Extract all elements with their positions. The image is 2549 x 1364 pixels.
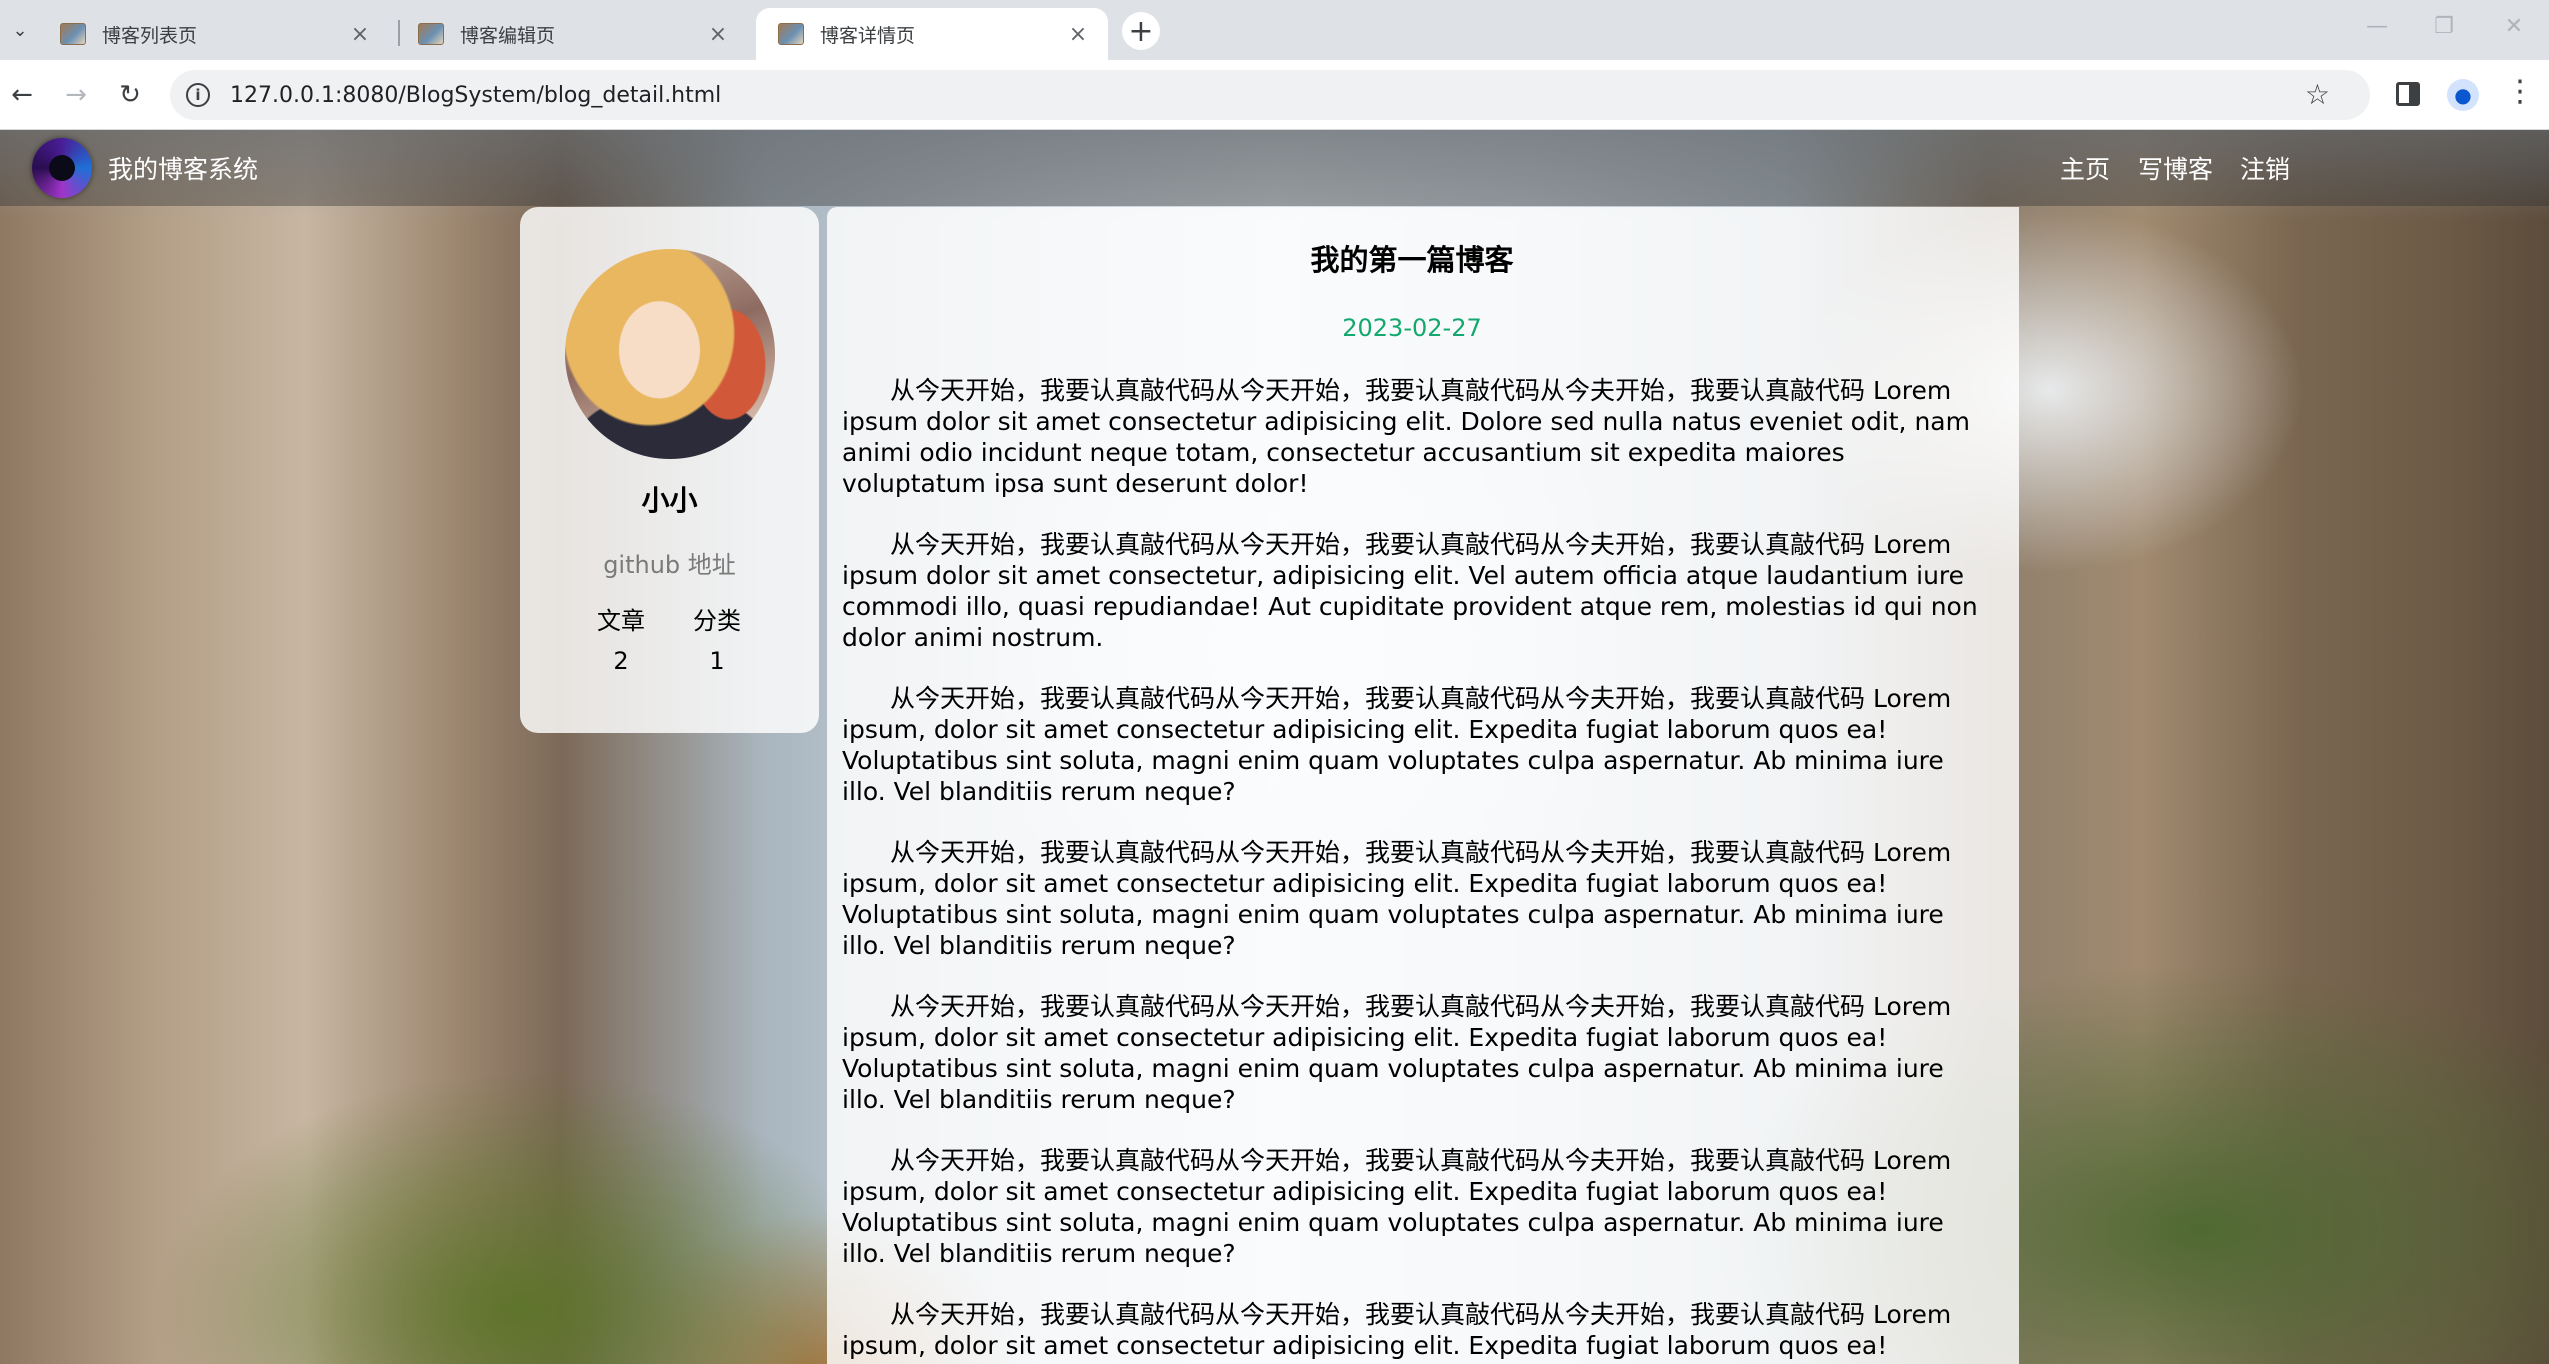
arrow-right-icon[interactable]: → — [58, 77, 94, 113]
close-icon[interactable]: × — [1066, 22, 1090, 47]
tab-blog-list[interactable]: 博客列表页 × — [38, 8, 390, 60]
article-body: 从今天开始，我要认真敲代码从今天开始，我要认真敲代码从今夫开始，我要认真敲代码 … — [842, 375, 1992, 1364]
nav-link-write[interactable]: 写博客 — [2138, 150, 2213, 186]
close-icon[interactable]: × — [706, 22, 730, 47]
github-link[interactable]: github 地址 — [520, 545, 819, 580]
article-title: 我的第一篇博客 — [1310, 243, 1514, 277]
favicon-icon — [778, 23, 804, 45]
nav-link-logout[interactable]: 注销 — [2240, 150, 2290, 186]
article-paragraph: 从今天开始，我要认真敲代码从今天开始，我要认真敲代码从今夫开始，我要认真敲代码 … — [842, 376, 1970, 498]
stat-categories-label: 分类 — [693, 607, 741, 635]
article-paragraph: 从今天开始，我要认真敲代码从今天开始，我要认真敲代码从今夫开始，我要认真敲代码 … — [842, 530, 1978, 652]
article-paragraph: 从今天开始，我要认真敲代码从今天开始，我要认真敲代码从今夫开始，我要认真敲代码 … — [842, 992, 1952, 1114]
tab-blog-detail[interactable]: 博客详情页 × — [756, 8, 1108, 60]
tab-title: 博客编辑页 — [460, 24, 556, 47]
tab-title: 博客详情页 — [820, 24, 916, 47]
chevron-down-icon[interactable]: ⌄ — [6, 12, 34, 48]
address-toolbar: ← → ↻ i 127.0.0.1:8080/BlogSystem/blog_d… — [0, 60, 2549, 130]
kebab-menu-icon[interactable]: ⋮ — [2505, 74, 2535, 109]
reload-icon[interactable]: ↻ — [112, 77, 148, 113]
profile-icon[interactable]: ● — [2447, 79, 2479, 111]
article-paragraph: 从今天开始，我要认真敲代码从今天开始，我要认真敲代码从今夫开始，我要认真敲代码 … — [842, 684, 1952, 806]
minimize-icon[interactable]: — — [2357, 14, 2397, 39]
stat-articles-value: 2 — [613, 647, 629, 675]
tab-blog-edit[interactable]: 博客编辑页 × — [396, 8, 748, 60]
close-window-icon[interactable]: ✕ — [2494, 14, 2534, 39]
url-bar[interactable]: i 127.0.0.1:8080/BlogSystem/blog_detail.… — [170, 70, 2370, 120]
article-container[interactable]: 我的第一篇博客 2023-02-27 从今天开始，我要认真敲代码从今天开始，我要… — [827, 207, 2019, 1364]
favicon-icon — [60, 23, 86, 45]
article-paragraph: 从今天开始，我要认真敲代码从今天开始，我要认真敲代码从今夫开始，我要认真敲代码 … — [842, 838, 1952, 960]
logo-icon — [32, 138, 92, 198]
tab-title: 博客列表页 — [102, 24, 198, 47]
close-icon[interactable]: × — [348, 22, 372, 47]
plus-icon[interactable]: + — [1122, 12, 1160, 50]
site-title: 我的博客系统 — [108, 155, 259, 184]
browser-tab-bar: ⌄ 博客列表页 × 博客编辑页 × 博客详情页 × + — ❐ ✕ — [0, 0, 2549, 60]
nav-link-home[interactable]: 主页 — [2060, 150, 2110, 186]
star-icon[interactable]: ☆ — [2305, 78, 2330, 111]
stat-categories-value: 1 — [709, 647, 725, 675]
side-panel-icon[interactable] — [2396, 82, 2420, 106]
profile-card: 小小 github 地址 文章 分类 2 1 — [520, 207, 819, 733]
stat-articles-label: 文章 — [597, 607, 645, 635]
restore-icon[interactable]: ❐ — [2424, 14, 2464, 39]
info-icon[interactable]: i — [186, 83, 210, 107]
article-paragraph: 从今天开始，我要认真敲代码从今天开始，我要认真敲代码从今夫开始，我要认真敲代码 … — [842, 1300, 1952, 1364]
page-viewport: 我的博客系统 主页 写博客 注销 小小 github 地址 文章 分类 2 1 … — [0, 130, 2549, 1364]
arrow-left-icon[interactable]: ← — [4, 77, 40, 113]
profile-name: 小小 — [641, 484, 698, 517]
avatar — [565, 249, 775, 459]
article-date: 2023-02-27 — [1342, 314, 1482, 342]
url-text[interactable]: 127.0.0.1:8080/BlogSystem/blog_detail.ht… — [230, 83, 721, 108]
article-paragraph: 从今天开始，我要认真敲代码从今天开始，我要认真敲代码从今夫开始，我要认真敲代码 … — [842, 1146, 1952, 1268]
site-nav-bar: 我的博客系统 主页 写博客 注销 — [0, 130, 2549, 206]
favicon-icon — [418, 23, 444, 45]
